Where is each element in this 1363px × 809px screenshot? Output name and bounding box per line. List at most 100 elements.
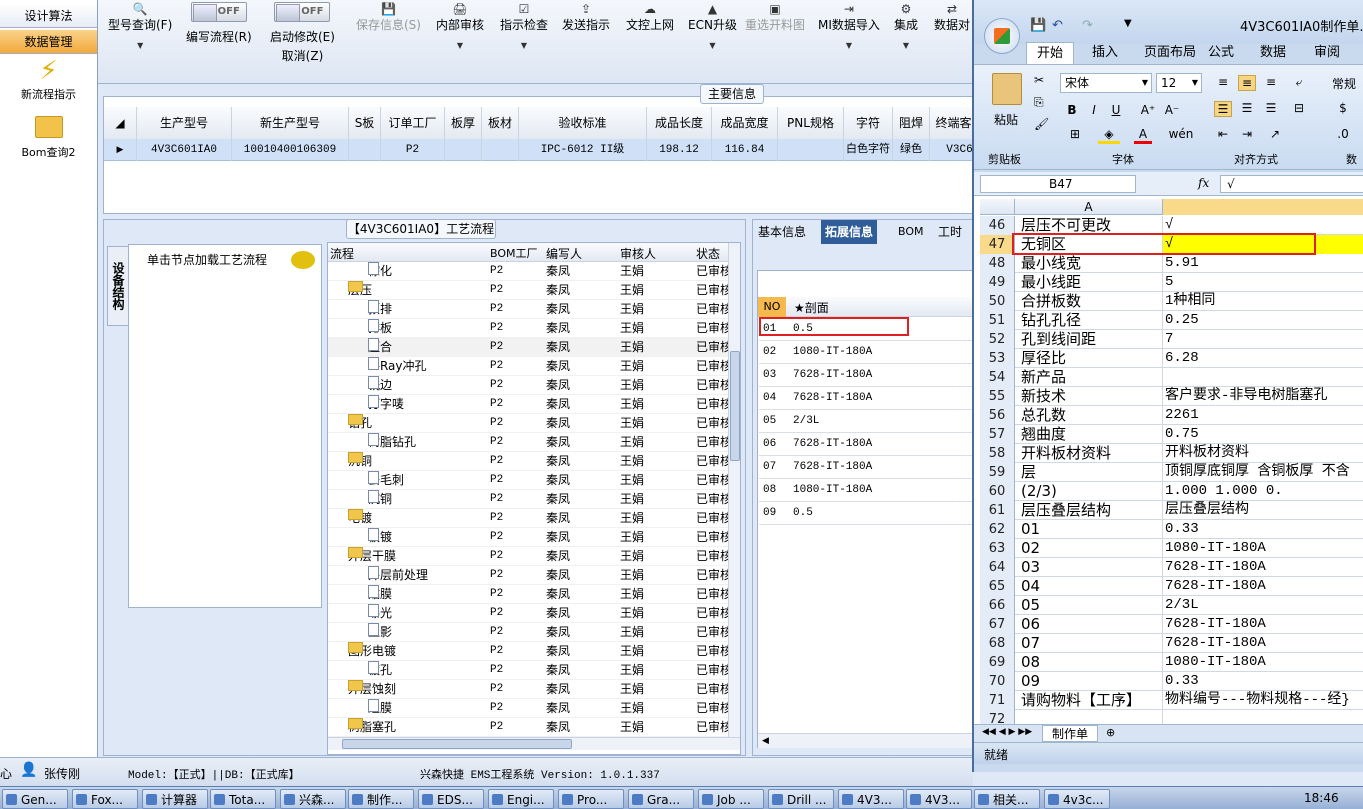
sheet-row[interactable]: 65 04 7628-IT-180A xyxy=(980,577,1363,596)
undo-icon[interactable]: ↶ xyxy=(1052,18,1063,33)
row-number[interactable]: 52 xyxy=(980,330,1015,349)
cell-b[interactable]: 开料板材资料 xyxy=(1163,444,1363,463)
process-row[interactable]: 去毛刺 P2 秦凤 王娟 已审核 xyxy=(328,471,740,490)
profile-row[interactable]: 08 1080-IT-180A xyxy=(759,479,973,502)
save-icon[interactable]: 💾 xyxy=(1030,18,1046,33)
process-row[interactable]: 棕化 P2 秦凤 王娟 已审核 xyxy=(328,262,740,281)
cell-b[interactable]: 7628-IT-180A xyxy=(1163,577,1363,596)
taskbar-item[interactable]: 计算器 xyxy=(142,789,208,809)
cell-new-prod-model[interactable]: 10010400106309 xyxy=(232,139,349,161)
col-new-prod-model[interactable]: 新生产型号 xyxy=(232,107,349,139)
cell-a[interactable]: 06 xyxy=(1015,615,1163,634)
cell-b[interactable]: 1.000 1.000 0. xyxy=(1163,482,1363,501)
process-row[interactable]: −外层蚀刻 P2 秦凤 王娟 已审核 xyxy=(328,680,740,699)
col-solder-mask[interactable]: 阻焊 xyxy=(893,107,930,139)
formula-input[interactable]: √ xyxy=(1220,175,1363,193)
cell-a[interactable]: 总孔数 xyxy=(1015,406,1163,425)
profile-row[interactable]: 06 7628-IT-180A xyxy=(759,433,973,456)
sheet-row[interactable]: 67 06 7628-IT-180A xyxy=(980,615,1363,634)
cell-b[interactable]: 2/3L xyxy=(1163,596,1363,615)
cell-b[interactable] xyxy=(1163,368,1363,387)
process-row[interactable]: 显影 P2 秦凤 王娟 已审核 xyxy=(328,623,740,642)
process-row[interactable]: 排板 P2 秦凤 王娟 已审核 xyxy=(328,319,740,338)
row-number[interactable]: 59 xyxy=(980,463,1015,482)
sheet-row[interactable]: 60 (2/3) 1.000 1.000 0. xyxy=(980,482,1363,501)
sheet-row[interactable]: 58 开料板材资料 开料板材资料 xyxy=(980,444,1363,463)
profile-row[interactable]: 09 0.5 xyxy=(759,502,973,525)
sheet-row[interactable]: 49 最小线距 5 xyxy=(980,273,1363,292)
cell-length[interactable]: 198.12 xyxy=(647,139,712,161)
insert-sheet-icon[interactable]: ⊕ xyxy=(1106,726,1115,739)
nav-design-algorithm[interactable]: 设计算法 xyxy=(0,4,97,28)
cell-a[interactable]: 厚径比 xyxy=(1015,349,1163,368)
sheet-row[interactable]: 61 层压叠层结构 层压叠层结构 xyxy=(980,501,1363,520)
cell-a[interactable]: 最小线距 xyxy=(1015,273,1163,292)
nav-data-management[interactable]: 数据管理 xyxy=(0,30,97,54)
process-row[interactable]: 贴膜 P2 秦凤 王娟 已审核 xyxy=(328,585,740,604)
paste-icon[interactable] xyxy=(992,73,1022,105)
row-number[interactable]: 65 xyxy=(980,577,1015,596)
cell-b[interactable]: 0.33 xyxy=(1163,520,1363,539)
align-middle-icon[interactable]: ≡ xyxy=(1238,75,1256,91)
cell-b[interactable]: 7628-IT-180A xyxy=(1163,558,1363,577)
format-painter-icon[interactable]: 🖌 xyxy=(1034,117,1049,131)
integrate-button[interactable]: ⚙ 集成 ▼ xyxy=(894,2,918,50)
model-query-button[interactable]: 🔍 型号查询(F) ▼ xyxy=(108,2,172,50)
copy-icon[interactable]: ⎘ xyxy=(1034,95,1044,110)
column-header-a[interactable]: A xyxy=(1015,199,1163,215)
taskbar-item[interactable]: Fox... xyxy=(72,789,138,809)
row-number[interactable]: 62 xyxy=(980,520,1015,539)
cell-a[interactable]: 请购物料【工序】 xyxy=(1015,691,1163,710)
write-flow-switch[interactable]: OFF xyxy=(190,2,247,22)
grow-font-button[interactable]: A⁺ xyxy=(1138,103,1158,117)
shrink-font-button[interactable]: A⁻ xyxy=(1162,103,1182,117)
col-thickness[interactable]: 板厚 xyxy=(445,107,482,139)
cell-b[interactable]: 层压叠层结构 xyxy=(1163,501,1363,520)
col-material[interactable]: 板材 xyxy=(482,107,519,139)
row-number[interactable]: 71 xyxy=(980,691,1015,710)
process-row[interactable]: −层压 P2 秦凤 王娟 已审核 xyxy=(328,281,740,300)
orientation-icon[interactable]: ↗ xyxy=(1264,127,1286,141)
taskbar-item[interactable]: Engi... xyxy=(488,789,554,809)
process-row[interactable]: 打字唛 P2 秦凤 王娟 已审核 xyxy=(328,395,740,414)
tab-basic-info[interactable]: 基本信息 xyxy=(754,220,810,244)
currency-icon[interactable]: $ xyxy=(1334,101,1352,115)
start-modify-switch[interactable]: OFF xyxy=(274,2,331,22)
row-number[interactable]: 56 xyxy=(980,406,1015,425)
process-row[interactable]: X-Ray冲孔 P2 秦凤 王娟 已审核 xyxy=(328,357,740,376)
row-number[interactable]: 47 xyxy=(980,235,1015,254)
column-header-b[interactable] xyxy=(1163,199,1363,215)
process-row[interactable]: 外层前处理 P2 秦凤 王娟 已审核 xyxy=(328,566,740,585)
ecn-upgrade-button[interactable]: ▲ ECN升级 ▼ xyxy=(688,2,737,50)
borders-icon[interactable]: ⊞ xyxy=(1064,127,1086,141)
profile-row[interactable]: 04 7628-IT-180A xyxy=(759,387,973,410)
cell-material[interactable] xyxy=(482,139,519,161)
sheet-row[interactable]: 51 钻孔孔径 0.25 xyxy=(980,311,1363,330)
decrease-indent-icon[interactable]: ⇤ xyxy=(1214,127,1232,141)
send-instruction-button[interactable]: ⇪ 发送指示 xyxy=(562,2,610,33)
col-char[interactable]: 字符 xyxy=(844,107,893,139)
cell-b[interactable]: 5 xyxy=(1163,273,1363,292)
tab-bom[interactable]: BOM xyxy=(894,220,928,244)
qat-dropdown-icon[interactable]: ▼ xyxy=(1124,18,1132,29)
cell-thickness[interactable] xyxy=(445,139,482,161)
row-number[interactable]: 58 xyxy=(980,444,1015,463)
taskbar-item[interactable]: Tota... xyxy=(210,789,276,809)
taskbar-item[interactable]: 兴森... xyxy=(280,789,346,809)
process-row[interactable]: 曝光 P2 秦凤 王娟 已审核 xyxy=(328,604,740,623)
cell-a[interactable]: 层 xyxy=(1015,463,1163,482)
row-number[interactable]: 69 xyxy=(980,653,1015,672)
nav-bom-query[interactable]: Bom查询2 xyxy=(0,114,97,160)
sheet-row[interactable]: 71 请购物料【工序】 物料编号---物料规格---经} xyxy=(980,691,1363,710)
col-width[interactable]: 成品宽度 xyxy=(712,107,778,139)
sheet-row[interactable]: 69 08 1080-IT-180A xyxy=(980,653,1363,672)
hscrollbar-thumb[interactable] xyxy=(342,739,572,749)
sheet-row[interactable]: 56 总孔数 2261 xyxy=(980,406,1363,425)
write-flow-toggle[interactable]: OFF 编写流程(R) xyxy=(186,2,252,45)
internal-review-button[interactable]: 🖨 内部审核 ▼ xyxy=(436,2,484,50)
main-info-row[interactable]: ▶ 4V3C601IA0 10010400106309 P2 IPC-6012 II级… xyxy=(104,139,990,161)
data-compare-button[interactable]: ⇄ 数据对 xyxy=(934,2,970,33)
process-row[interactable]: −沉铜 P2 秦凤 王娟 已审核 xyxy=(328,452,740,471)
cell-b[interactable]: 5.91 xyxy=(1163,254,1363,273)
paste-label[interactable]: 粘贴 xyxy=(994,111,1018,128)
